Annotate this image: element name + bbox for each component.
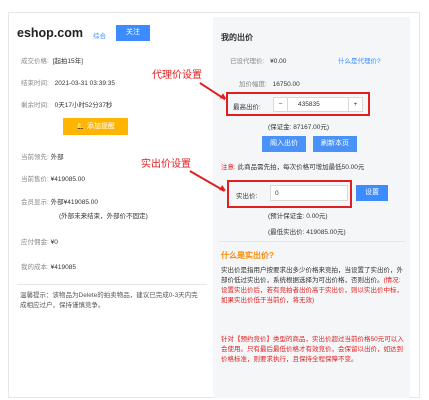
category-link[interactable]: 综合 xyxy=(93,30,106,40)
what-is-proxy-link[interactable]: 什么是代理价? xyxy=(338,55,381,65)
actual-bid-input[interactable]: 0 xyxy=(270,185,348,201)
detail-value: ¥419085.00 xyxy=(50,176,85,183)
info-label: 剩余时间: xyxy=(21,102,49,109)
actual-min-note: (最低实出价: 419085.00元) xyxy=(268,229,346,236)
detail-label: 当前售价: xyxy=(21,176,49,183)
warning-note: 注意: 此商品需先拍，每次价格可增加最低50.00元 xyxy=(221,163,407,172)
detail-label: 我的成本: xyxy=(21,264,49,271)
detail-row: 会员显示: 外部¥419085.00 xyxy=(21,196,98,206)
refresh-button[interactable]: 刷新本页 xyxy=(313,136,357,152)
info-label: 结束时间: xyxy=(21,80,49,87)
detail-value: ¥419085 xyxy=(50,264,76,271)
set-button[interactable]: 设置 xyxy=(356,185,388,201)
detail-label: 应付佣金: xyxy=(21,239,49,246)
faq-text: 实出价是指用户按要求出多少价格来竞拍，当设置了实出价，外部价低过实出价，系统根据… xyxy=(221,267,403,284)
actual-deposit-note: (预计保证金: 0.00元) xyxy=(268,213,328,220)
bid-step-value: 16750.00 xyxy=(272,81,300,88)
join-bid-button[interactable]: 阁入出价 xyxy=(262,136,306,152)
actual-bid-label: 实出价: xyxy=(236,193,258,200)
proxy-row: 已设代理价: ¥0.00 xyxy=(230,55,286,65)
site-name: eshop.com xyxy=(17,26,83,40)
warning-text: 此商品需先拍，每次价格可增加最低50.00元 xyxy=(237,164,365,171)
divider xyxy=(219,241,405,242)
info-label: 成交价格: xyxy=(21,58,49,65)
proxy-annotation: 代理价设置 xyxy=(152,70,202,81)
decrease-button[interactable]: − xyxy=(274,98,288,111)
faq-paragraph-2: 针对【预约竞价】类型的商品，实出价超过当前价格50元可以入会使用。只有最后最低价… xyxy=(221,336,404,363)
detail-note: (外部未来结束，外部价不固定) xyxy=(59,213,148,220)
detail-label: 当前领先: xyxy=(21,154,49,161)
warning-prefix: 注意: xyxy=(221,164,236,171)
increase-button[interactable]: + xyxy=(348,98,362,111)
info-value: [起拍15年] xyxy=(52,58,83,65)
bell-icon: 🔔 xyxy=(76,123,85,130)
detail-value: ¥0 xyxy=(50,239,58,246)
bid-step-row: 加价幅度: 16750.00 xyxy=(239,78,300,88)
deposit-note: (保证金: 87167.00元) xyxy=(268,124,330,131)
detail-row: 当前售价: ¥419085.00 xyxy=(21,173,85,183)
detail-row: 当前领先: 外部 xyxy=(21,151,64,161)
info-row: 剩余时间: 0天17小时52分37秒 xyxy=(21,99,112,109)
info-value: 2021-03-31 03:39:35 xyxy=(54,80,115,87)
max-bid-label: 最高出价: xyxy=(233,104,261,111)
add-reminder-button[interactable]: 🔔 添加提醒 xyxy=(63,118,128,135)
faq-title: 什么是实出价? xyxy=(221,251,274,260)
bid-step-label: 加价幅度: xyxy=(239,81,267,88)
notice-text: 温馨提示：该物品为Delete的拍卖物品，建议已完成0-3天内完成相应过户，保持… xyxy=(20,292,198,309)
max-bid-stepper[interactable]: − 435835 + xyxy=(273,97,363,112)
info-row: 结束时间: 2021-03-31 03:39:35 xyxy=(21,77,115,87)
proxy-label: 已设代理价: xyxy=(230,58,265,65)
faq-paragraph: 实出价是指用户按要求出多少价格来竞拍，当设置了实出价，外部价低过实出价，系统根据… xyxy=(221,266,407,306)
detail-row: 应付佣金: ¥0 xyxy=(21,236,58,246)
actual-bid-value: 0 xyxy=(275,190,279,197)
my-bid-title: 我的出价 xyxy=(221,33,253,42)
max-bid-input[interactable]: 435835 xyxy=(298,101,320,108)
divider xyxy=(17,284,207,285)
detail-value: 外部 xyxy=(50,154,64,161)
proxy-value: ¥0.00 xyxy=(270,58,287,65)
detail-row: 我的成本: ¥419085 xyxy=(21,261,76,271)
detail-label: 会员显示: xyxy=(21,199,49,206)
info-row: 成交价格: [起拍15年] xyxy=(21,55,83,65)
detail-value: 外部¥419085.00 xyxy=(50,199,98,206)
info-value: 0天17小时52分37秒 xyxy=(54,102,113,109)
actual-annotation: 实出价设置 xyxy=(141,159,191,170)
follow-button[interactable]: 关注 xyxy=(116,25,150,41)
